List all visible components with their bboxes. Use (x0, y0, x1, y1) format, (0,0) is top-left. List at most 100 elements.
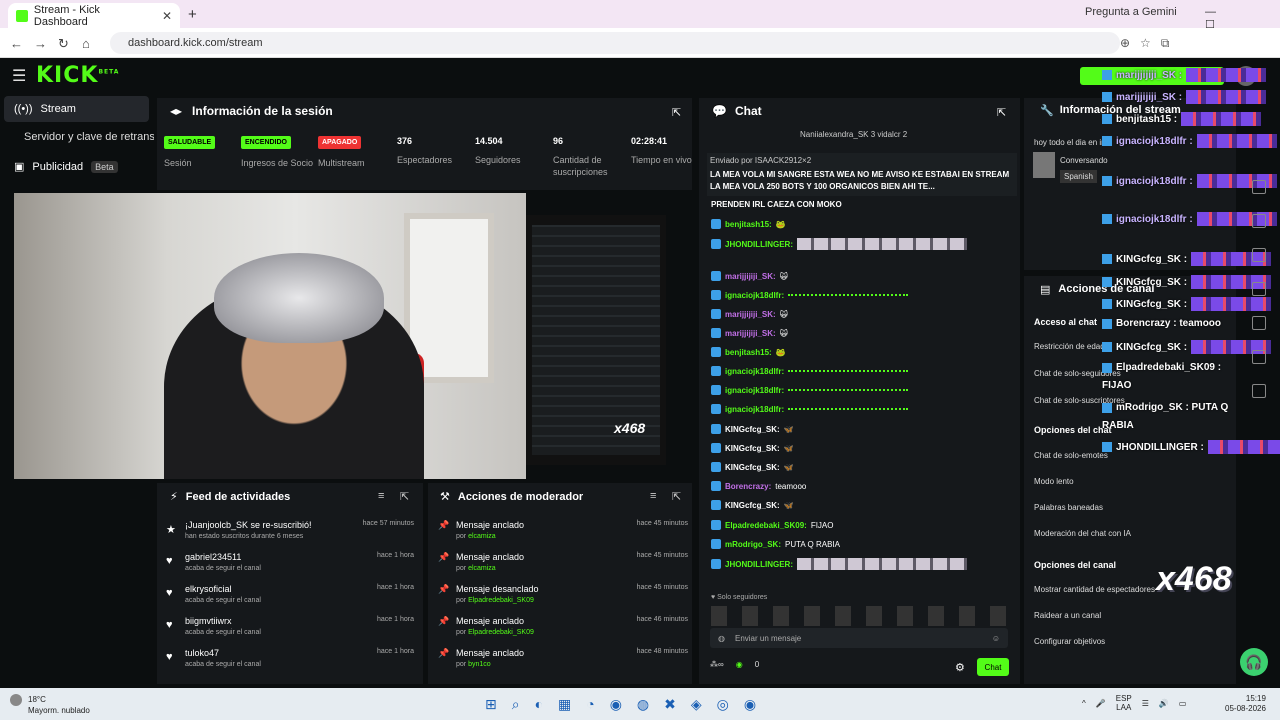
chat-message[interactable]: ignaciojk18dlfr: (711, 404, 1011, 414)
popout-icon[interactable]: ⇱ (997, 106, 1006, 119)
sidebar-item-stream[interactable]: ((•)) Stream (4, 96, 149, 122)
chat-username[interactable]: benjitash15: (725, 220, 772, 229)
popout-icon[interactable]: ⇱ (672, 490, 681, 503)
popout-icon[interactable]: ⇱ (400, 490, 409, 503)
chat-message[interactable]: ignaciojk18dlfr: (711, 290, 1011, 300)
chat-username[interactable]: Borencrazy: (725, 482, 771, 491)
side-tool-icon[interactable] (1252, 384, 1266, 398)
tray-chevron-icon[interactable]: ^ (1082, 699, 1086, 708)
kick-logo[interactable]: KICKBETA (36, 63, 119, 88)
filter-icon[interactable]: ≡ (650, 490, 656, 502)
menu-icon[interactable]: ☰ (12, 66, 26, 86)
chat-message[interactable]: KINGcfcg_SK: 🦋 (711, 424, 1011, 434)
moderator-name[interactable]: byn1co (468, 661, 491, 668)
battery-icon[interactable]: ▭ (1179, 699, 1187, 708)
moderator-name[interactable]: Elpadredebaki_SK09 (468, 597, 534, 604)
system-tray[interactable]: ^ 🎤 ESP LAA ☰ 🔊 ▭ (1082, 694, 1186, 712)
chat-message[interactable]: KINGcfcg_SK: 🦋 (711, 443, 1011, 453)
moderator-name[interactable]: elcamiza (468, 533, 496, 540)
chat-username[interactable]: mRodrigo_SK: (725, 540, 781, 549)
settings-option[interactable]: Palabras baneadas (1034, 503, 1234, 512)
chat-message[interactable]: Elpadredebaki_SK09: FIJAO (711, 520, 1011, 530)
chat-username[interactable]: ignaciojk18dlfr: (725, 367, 784, 376)
home-icon[interactable]: ⌂ (82, 36, 90, 51)
send-chat-button[interactable]: Chat (977, 658, 1009, 676)
stream-preview-video[interactable] (14, 193, 526, 479)
chat-message[interactable]: mRodrigo_SK: PUTA Q RABIA (711, 539, 1011, 549)
chat-message[interactable]: JHONDILLINGER: (711, 558, 1011, 570)
new-tab-button[interactable]: + (188, 6, 197, 23)
moderator-name[interactable]: Elpadredebaki_SK09 (468, 629, 534, 636)
chat-message[interactable]: KINGcfcg_SK: 🦋 (711, 462, 1011, 472)
language-indicator[interactable]: ESP LAA (1116, 694, 1132, 712)
chat-input[interactable]: ◍ Enviar un mensaje ☺ (710, 628, 1008, 648)
list-item[interactable]: 📌 Mensaje anclado por elcamiza hace 45 minu… (438, 520, 688, 550)
side-tool-icon[interactable] (1252, 350, 1266, 364)
volume-icon[interactable]: 🔊 (1159, 699, 1169, 708)
chat-username[interactable]: KINGcfcg_SK: (725, 425, 780, 434)
chat-username[interactable]: ignaciojk18dlfr: (725, 386, 784, 395)
wifi-icon[interactable]: ☰ (1142, 699, 1149, 708)
chat-message[interactable]: marijjijiji_SK: 🙀 (711, 271, 1011, 281)
close-tab-icon[interactable]: ✕ (162, 9, 172, 23)
list-item[interactable]: 📌 Mensaje anclado por elcamiza hace 45 minu… (438, 552, 688, 582)
chat-username[interactable]: ignaciojk18dlfr: (725, 291, 784, 300)
side-tool-icon[interactable] (1252, 248, 1266, 262)
settings-option[interactable]: Moderación del chat con IA (1034, 529, 1234, 538)
support-button[interactable]: 🎧 (1240, 648, 1268, 676)
list-item[interactable]: ★ ¡Juanjoolcb_SK se re-suscribió! han esta… (166, 520, 420, 550)
settings-gear-icon[interactable]: ⚙ (955, 661, 965, 674)
chat-message[interactable]: benjitash15: 🐸 (711, 219, 1011, 229)
forward-icon[interactable]: → (34, 36, 47, 51)
chat-message[interactable]: benjitash15: 🐸 (711, 347, 1011, 357)
taskbar-clock[interactable]: 15:19 05-08-2026 (1225, 694, 1266, 714)
list-item[interactable]: 📌 Mensaje desanclado por Elpadredebaki_SK0… (438, 584, 688, 614)
chat-message[interactable]: marijjijiji_SK: 🙀 (711, 328, 1011, 338)
chat-username[interactable]: KINGcfcg_SK: (725, 501, 780, 510)
chat-username[interactable]: KINGcfcg_SK: (725, 463, 780, 472)
chat-message[interactable]: Borencrazy: teamooo (711, 481, 1011, 491)
list-item[interactable]: ♥ elkrysoficial acaba de seguir el canal ha… (166, 584, 420, 614)
chat-username[interactable]: ignaciojk18dlfr: (725, 405, 784, 414)
side-tool-icon[interactable] (1252, 180, 1266, 194)
mic-icon[interactable]: 🎤 (1096, 699, 1106, 708)
chat-username[interactable]: marijjijiji_SK: (725, 310, 776, 319)
chat-message[interactable]: ignaciojk18dlfr: (711, 366, 1011, 376)
url-field[interactable]: dashboard.kick.com/stream (110, 32, 1120, 54)
settings-option[interactable]: Configurar objetivos (1034, 637, 1234, 646)
list-item[interactable]: ♥ tuloko47 acaba de seguir el canal hace 1 … (166, 648, 420, 678)
chat-username[interactable]: marijjijiji_SK: (725, 329, 776, 338)
settings-option[interactable]: Raidear a un canal (1034, 611, 1234, 620)
chat-username[interactable]: benjitash15: (725, 348, 772, 357)
side-tool-icon[interactable] (1252, 282, 1266, 296)
sidebar-item-publicidad[interactable]: ▣ Publicidad Beta (14, 160, 118, 173)
chat-message[interactable]: marijjijiji_SK: 🙀 (711, 309, 1011, 319)
filter-icon[interactable]: ≡ (378, 490, 384, 502)
chat-username[interactable]: marijjijiji_SK: (725, 272, 776, 281)
list-item[interactable]: 📌 Mensaje anclado por byn1co hace 48 minuto… (438, 648, 688, 678)
back-icon[interactable]: ← (10, 36, 23, 51)
popout-icon[interactable]: ⇱ (672, 106, 681, 119)
weather-widget[interactable]: 18°C Mayorm. nublado (10, 694, 90, 716)
side-tool-icon[interactable] (1252, 316, 1266, 330)
kick-points-icon[interactable]: ⁂∞ (710, 660, 724, 669)
settings-option[interactable]: Modo lento (1034, 477, 1234, 486)
emote-bar[interactable] (711, 606, 1011, 626)
taskbar-apps[interactable]: ⊞⌕◐▦◔◉◍✖◈◎◉ (485, 696, 771, 713)
list-item[interactable]: ♥ biigmvtiiwrx acaba de seguir el canal hac… (166, 616, 420, 646)
reload-icon[interactable]: ↻ (58, 36, 69, 52)
chat-message[interactable]: JHONDILLINGER: (711, 238, 1011, 250)
list-item[interactable]: 📌 Mensaje anclado por Elpadredebaki_SK09 ha… (438, 616, 688, 646)
list-item[interactable]: ♥ gabriel234511 acaba de seguir el canal ha… (166, 552, 420, 582)
emoji-icon[interactable]: ☺ (992, 634, 1000, 643)
moderator-name[interactable]: elcamiza (468, 565, 496, 572)
sidebar-item-servidor[interactable]: Servidor y clave de retransmisión (24, 131, 154, 143)
chat-username[interactable]: JHONDILLINGER: (725, 240, 793, 249)
chat-username[interactable]: Elpadredebaki_SK09: (725, 521, 807, 530)
chat-username[interactable]: JHONDILLINGER: (725, 560, 793, 569)
browser-tab[interactable]: Stream - Kick Dashboard ✕ (8, 3, 180, 28)
chat-message[interactable]: ignaciojk18dlfr: (711, 385, 1011, 395)
extensions-icons[interactable]: ⊕☆⧉ (1120, 36, 1179, 51)
chat-message[interactable]: KINGcfcg_SK: 🦋 (711, 500, 1011, 510)
gemini-button[interactable]: Pregunta a Gemini (1085, 6, 1177, 18)
